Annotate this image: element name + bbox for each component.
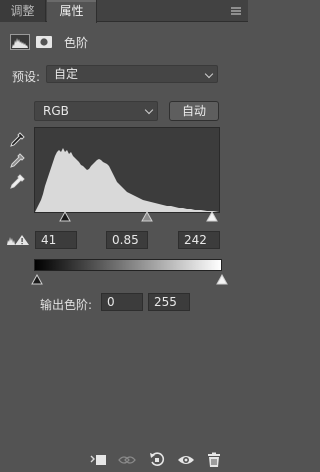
gray-point-eyedropper-icon[interactable] — [8, 152, 26, 170]
trash-icon[interactable] — [205, 452, 223, 468]
reset-icon[interactable] — [148, 452, 166, 468]
clip-to-layer-icon[interactable] — [89, 452, 107, 468]
output-levels-label: 输出色阶: — [40, 298, 93, 312]
histogram — [34, 127, 220, 213]
channel-value: RGB — [43, 104, 69, 118]
panel-tab-bar: 调整 属性 — [0, 0, 248, 23]
black-input-field[interactable]: 41 — [35, 231, 77, 249]
black-input-handle[interactable] — [59, 211, 71, 222]
preset-label: 预设: — [12, 70, 41, 84]
auto-button[interactable]: 自动 — [169, 101, 219, 121]
gamma-input-field[interactable]: 0.85 — [106, 231, 148, 249]
chevron-down-icon — [144, 105, 154, 115]
input-levels-slider[interactable] — [34, 211, 220, 223]
black-point-eyedropper-icon[interactable] — [8, 131, 26, 149]
preset-dropdown[interactable]: 自定 — [46, 65, 218, 83]
black-output-handle[interactable] — [31, 274, 43, 285]
visibility-eye-icon[interactable] — [177, 452, 195, 468]
levels-histogram-icon — [10, 34, 30, 50]
histogram-graph — [35, 148, 219, 212]
white-point-eyedropper-icon[interactable] — [8, 173, 26, 191]
gamma-input-handle[interactable] — [141, 211, 153, 222]
layer-mask-icon[interactable] — [36, 36, 52, 48]
white-input-field[interactable]: 242 — [178, 231, 220, 249]
view-previous-state-icon[interactable] — [118, 452, 136, 468]
white-input-handle[interactable] — [206, 211, 218, 222]
tab-properties[interactable]: 属性 — [47, 0, 97, 23]
white-output-handle[interactable] — [216, 274, 228, 285]
clipping-warning-icon[interactable] — [6, 234, 30, 246]
channel-dropdown[interactable]: RGB — [34, 101, 158, 121]
output-levels-gradient — [34, 259, 222, 271]
white-output-field[interactable]: 255 — [148, 293, 190, 311]
chevron-down-icon — [204, 69, 214, 79]
panel-menu-icon[interactable] — [230, 7, 242, 15]
preset-value: 自定 — [54, 67, 79, 81]
adjustment-title: 色阶 — [64, 36, 89, 50]
black-output-field[interactable]: 0 — [101, 293, 143, 311]
tab-adjustments[interactable]: 调整 — [0, 0, 46, 22]
